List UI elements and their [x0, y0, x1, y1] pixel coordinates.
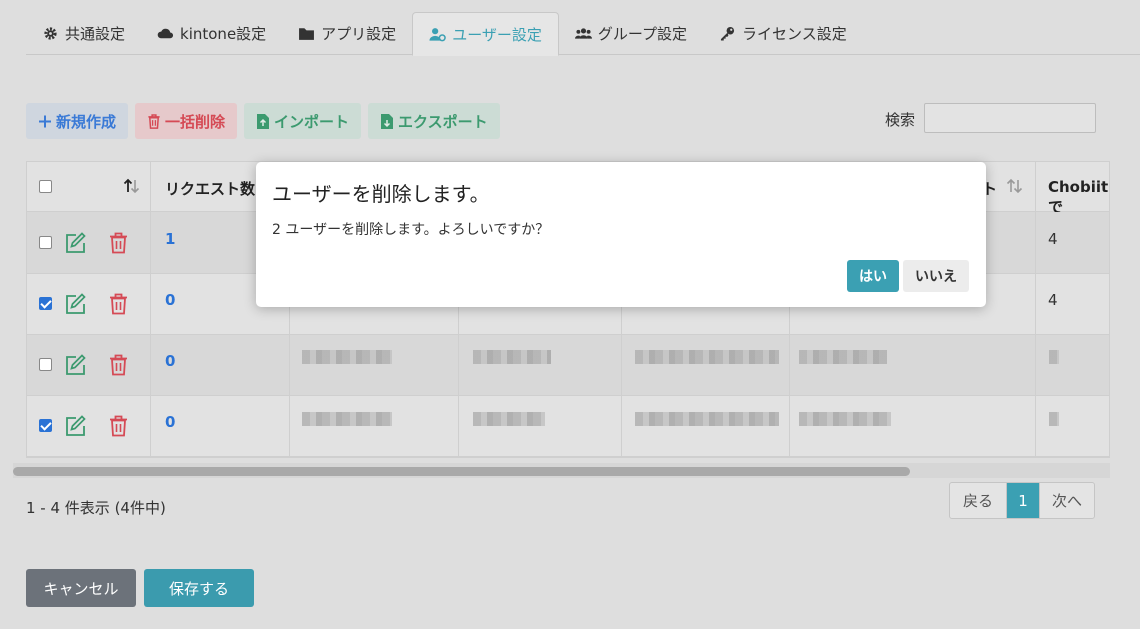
tab-user-settings[interactable]: ユーザー設定: [412, 12, 559, 56]
trash-icon[interactable]: [109, 293, 128, 315]
column-divider: [289, 335, 290, 395]
edit-icon[interactable]: [64, 293, 86, 315]
bulk-delete-button-label: 一括削除: [165, 112, 226, 131]
trash-icon[interactable]: [109, 354, 128, 376]
column-divider: [789, 396, 790, 456]
tab-label: ライセンス設定: [742, 25, 847, 43]
column-divider: [150, 162, 151, 457]
tab-app-settings[interactable]: アプリ設定: [282, 12, 412, 55]
redacted-cell: [302, 412, 392, 426]
next-page-button[interactable]: 次へ: [1039, 483, 1094, 518]
chobiit-value: 4: [1048, 230, 1058, 248]
request-count-link[interactable]: 0: [165, 413, 175, 431]
column-divider: [789, 335, 790, 395]
table-row: 0: [27, 335, 1109, 396]
redacted-cell: [302, 350, 392, 364]
new-button-label: 新規作成: [56, 112, 117, 131]
gear-icon: [44, 27, 57, 40]
request-count-link[interactable]: 1: [165, 230, 175, 248]
row-checkbox[interactable]: [39, 419, 52, 432]
redacted-cell: [473, 412, 545, 426]
dialog-title: ユーザーを削除します。: [272, 182, 490, 206]
horizontal-scrollbar[interactable]: [13, 467, 910, 476]
edit-icon[interactable]: [64, 354, 86, 376]
tab-label: アプリ設定: [321, 25, 397, 43]
plus-icon: [39, 115, 51, 127]
cloud-icon: [157, 28, 174, 39]
pagination: 戻る 1 次へ: [949, 482, 1095, 519]
tab-label: kintone設定: [180, 25, 267, 43]
header-request-count[interactable]: リクエスト数: [165, 178, 255, 199]
toolbar: 新規作成 一括削除 インポート エクスポート: [26, 103, 500, 139]
tab-license-settings[interactable]: ライセンス設定: [703, 12, 863, 55]
row-checkbox[interactable]: [39, 358, 52, 371]
export-button-label: エクスポート: [398, 112, 488, 131]
key-icon: [720, 26, 735, 41]
page-1-button[interactable]: 1: [1007, 483, 1039, 518]
column-divider: [458, 335, 459, 395]
redacted-cell: [635, 350, 779, 364]
redacted-cell: [1049, 412, 1059, 426]
save-button[interactable]: 保存する: [144, 569, 254, 607]
delete-confirm-dialog: ユーザーを削除します。 2 ユーザーを削除します。よろしいですか？ はい いいえ: [256, 162, 986, 307]
tab-label: 共通設定: [65, 25, 126, 43]
sort-icon[interactable]: [123, 178, 141, 194]
user-gear-icon: [429, 27, 446, 41]
request-count-link[interactable]: 0: [165, 352, 175, 370]
column-divider: [458, 396, 459, 456]
redacted-cell: [799, 412, 891, 426]
row-checkbox[interactable]: [39, 297, 52, 310]
folder-icon: [299, 28, 315, 40]
import-button[interactable]: インポート: [244, 103, 362, 139]
select-all-checkbox[interactable]: [39, 180, 52, 193]
trash-icon[interactable]: [109, 415, 128, 437]
trash-icon[interactable]: [109, 232, 128, 254]
trash-icon: [148, 113, 160, 129]
users-icon: [574, 28, 592, 39]
tab-common-settings[interactable]: 共通設定: [26, 12, 141, 55]
confirm-no-button[interactable]: いいえ: [903, 260, 969, 292]
column-divider: [621, 335, 622, 395]
column-divider: [1035, 396, 1036, 456]
sort-icon[interactable]: [1006, 178, 1024, 194]
dialog-message: 2 ユーザーを削除します。よろしいですか？: [272, 222, 550, 238]
redacted-cell: [1049, 350, 1059, 364]
column-divider: [621, 396, 622, 456]
tab-label: ユーザー設定: [452, 25, 542, 44]
chobiit-value: 4: [1048, 291, 1058, 309]
cancel-button[interactable]: キャンセル: [26, 569, 136, 607]
file-import-icon: [257, 113, 270, 129]
tab-label: グループ設定: [597, 25, 687, 43]
pagination-summary: 1 - 4 件表示 (4件中): [26, 499, 166, 517]
column-divider: [1035, 335, 1036, 395]
search-label: 検索: [885, 111, 916, 129]
tab-kintone-settings[interactable]: kintone設定: [141, 12, 282, 55]
column-divider: [289, 396, 290, 456]
column-divider: [1035, 162, 1036, 335]
edit-icon[interactable]: [64, 415, 86, 437]
redacted-cell: [635, 412, 779, 426]
settings-tabs: 共通設定 kintone設定 アプリ設定 ユーザー設定 グループ設定 ライセンス…: [26, 12, 1140, 56]
redacted-cell: [473, 350, 551, 364]
table-row: 0: [27, 396, 1109, 457]
file-export-icon: [381, 113, 394, 129]
tab-group-settings[interactable]: グループ設定: [559, 12, 703, 55]
bulk-delete-button[interactable]: 一括削除: [135, 103, 238, 139]
redacted-cell: [799, 350, 887, 364]
prev-page-button[interactable]: 戻る: [950, 483, 1007, 518]
import-button-label: インポート: [274, 112, 350, 131]
search-input[interactable]: [924, 103, 1096, 133]
confirm-yes-button[interactable]: はい: [847, 260, 899, 292]
new-button[interactable]: 新規作成: [26, 103, 129, 139]
edit-icon[interactable]: [64, 232, 86, 254]
export-button[interactable]: エクスポート: [368, 103, 500, 139]
request-count-link[interactable]: 0: [165, 291, 175, 309]
row-checkbox[interactable]: [39, 236, 52, 249]
